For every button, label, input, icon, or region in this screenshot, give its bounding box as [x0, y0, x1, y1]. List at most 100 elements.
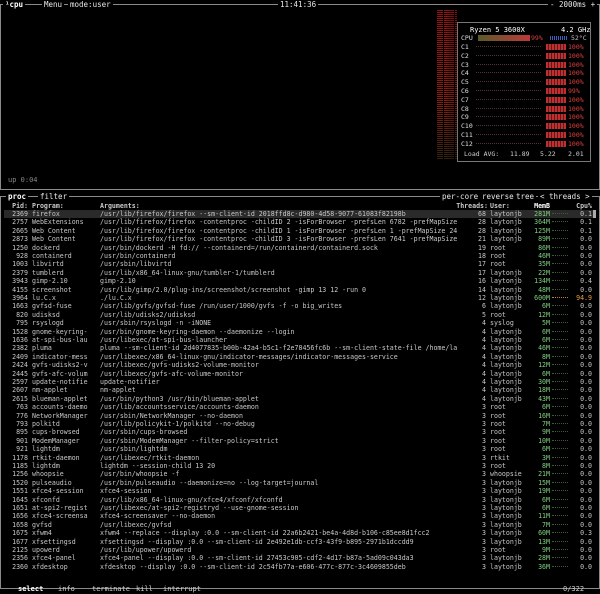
- row-arguments: /usr/libexec/at-spi2-registryd --use-gno…: [100, 504, 299, 512]
- core-row: C4 100%: [458, 69, 590, 77]
- row-mem: 36M: [538, 562, 550, 571]
- col-arguments[interactable]: Arguments:: [100, 202, 466, 210]
- process-row[interactable]: 1250 dockerd/usr/bin/dockerd -H fd:// --c…: [4, 244, 596, 252]
- process-row[interactable]: 1677 xfsettingsd xfsettingsd --display :0.…: [4, 538, 596, 546]
- row-threads: 17: [478, 268, 486, 277]
- process-row[interactable]: 1256 whoopsie/usr/bin/whoopsie -f 3 whoopsi…: [4, 470, 596, 478]
- process-row[interactable]: 776 NetworkManager/usr/sbin/NetworkManage…: [4, 412, 596, 420]
- core-label: C2: [461, 51, 469, 60]
- process-row[interactable]: 1663 gvfsd-fuse/usr/lib/gvfs/gvfsd-fuse /…: [4, 302, 596, 310]
- process-row[interactable]: 895 cups-browsed/usr/sbin/cups-browsed 3 ro…: [4, 428, 596, 436]
- process-row[interactable]: 928 containerd/usr/bin/containerd 18 root 46…: [4, 252, 596, 260]
- process-row[interactable]: 1528 gnome-keyring- /usr/bin/gnome-keyring…: [4, 328, 596, 336]
- tab-reverse[interactable]: reverse: [480, 192, 516, 202]
- process-row[interactable]: 2369 firefox/usr/lib/firefox/firefox --sm…: [4, 210, 596, 219]
- process-row[interactable]: 921 lightdm/usr/sbin/lightdm 3 root 6M 0.0: [4, 445, 596, 453]
- row-pid: 1185: [12, 462, 28, 470]
- row-user: laytonjb: [490, 352, 522, 361]
- process-row[interactable]: 1636 at-spi-bus-lau/usr/libexec/at-spi-bu…: [4, 336, 596, 344]
- process-row[interactable]: 1675 xfwm4 xfwm4 --replace --display :0.0 …: [4, 529, 596, 537]
- process-row[interactable]: 1520 pulseaudio/usr/bin/pulseaudio --daem…: [4, 479, 596, 487]
- row-mem: 30M: [538, 378, 550, 386]
- process-row[interactable]: 1185 lightdm lightdm --session-child 13 20…: [4, 462, 596, 470]
- col-cpu[interactable]: Cpu%: [572, 202, 592, 210]
- process-row[interactable]: 1551 xfce4-session xfce4-session 3 laytonjb 1…: [4, 487, 596, 495]
- row-program: lu.C.x: [32, 294, 56, 302]
- interrupt-button[interactable]: interrupt: [163, 585, 201, 594]
- process-row[interactable]: 795 rsyslogd/usr/sbin/rsyslogd -n -iNONE 4…: [4, 319, 596, 327]
- cpu-mini-graph: [552, 322, 568, 325]
- process-row[interactable]: 1651 at-spi2-regist/usr/libexec/at-spi2-r…: [4, 504, 596, 512]
- row-pid: 901: [16, 436, 28, 445]
- row-user: laytonjb: [490, 218, 522, 227]
- core-graph: [476, 116, 541, 118]
- row-user: root: [490, 428, 506, 437]
- tab-per-core[interactable]: per-core: [440, 192, 481, 202]
- process-row[interactable]: 1003 libvirtd/usr/sbin/libvirtd 17 root 35M 0…: [4, 260, 596, 268]
- tab-cpu[interactable]: ¹cpu: [3, 0, 26, 10]
- process-row[interactable]: 1178 rtkit-daemon/usr/libexec/rtkit-daemo…: [4, 454, 596, 462]
- col-mem[interactable]: MemB: [528, 202, 550, 210]
- process-row[interactable]: 1658 gvfsd/usr/libexec/gvfsd 3 laytonjb 7M 0.…: [4, 521, 596, 529]
- col-program[interactable]: Program:: [32, 202, 98, 210]
- terminate-button[interactable]: terminate: [92, 585, 130, 594]
- process-row[interactable]: 793 polkitd/usr/lib/policykit-1/polkitd -…: [4, 420, 596, 428]
- process-row[interactable]: 2597 update-notifie update-notifier 4 layton…: [4, 378, 596, 386]
- process-row[interactable]: 2356 xfce4-panel xfce4-panel --display :0.…: [4, 554, 596, 562]
- col-threads[interactable]: Threads:: [452, 202, 488, 210]
- process-row[interactable]: 1645 xfconfd/usr/lib/x86_64-linux-gnu/xfc…: [4, 496, 596, 504]
- interval-control[interactable]: - 2000ms +: [548, 0, 598, 10]
- top-bar: ¹cpu Menu mode:user 11:41:36 - 2000ms +: [0, 0, 600, 10]
- process-row[interactable]: 2873 Web Content/usr/lib/firefox/firefox …: [4, 235, 596, 243]
- select-button[interactable]: select: [18, 585, 43, 594]
- menu-button[interactable]: Menu: [42, 0, 65, 10]
- row-pid: 2873: [12, 235, 28, 244]
- process-row[interactable]: 2125 upowerd/usr/lib/upower/upowerd 3 root 9…: [4, 546, 596, 554]
- row-cpu: 0.1: [580, 226, 592, 235]
- sort-selector[interactable]: < threads >: [538, 192, 592, 202]
- row-threads: 4: [482, 319, 486, 328]
- core-row: C12 100%: [458, 140, 590, 148]
- cpu-mini-graph: [552, 448, 568, 451]
- process-row[interactable]: 1656 xfce4-screensa xfce4-screensaver --no…: [4, 512, 596, 520]
- core-label: C11: [461, 131, 473, 139]
- row-program: upowerd: [32, 546, 60, 554]
- row-threads: 4: [482, 361, 486, 370]
- row-pid: 1651: [12, 504, 28, 512]
- cpu-mini-graph: [552, 288, 568, 292]
- process-row[interactable]: 2424 gvfs-udisks2-v/usr/libexec/gvfs-udis…: [4, 361, 596, 369]
- process-row[interactable]: 2615 blueman-applet/usr/bin/python3 /usr/…: [4, 395, 596, 403]
- row-mem: 6M: [542, 504, 550, 512]
- process-row[interactable]: 901 ModemManager/usr/sbin/ModemManager --…: [4, 437, 596, 445]
- process-row[interactable]: 763 accounts-daemo/usr/lib/accountsservic…: [4, 403, 596, 411]
- process-row[interactable]: 4155 screenshot/usr/lib/gimp/2.0/plug-ins…: [4, 286, 596, 294]
- row-program: pluma: [32, 344, 52, 353]
- process-row[interactable]: 2409 indicator-mess/usr/libexec/x86_64-li…: [4, 353, 596, 361]
- process-scrollbar[interactable]: [593, 210, 596, 218]
- row-arguments: /usr/bin/containerd: [100, 252, 176, 260]
- process-row[interactable]: 2445 gvfs-afc-volum/usr/libexec/gvfs-afc-…: [4, 370, 596, 378]
- process-row[interactable]: 2360 xfdesktop xfdesktop --display :0.0 --…: [4, 563, 596, 571]
- col-user[interactable]: User:: [490, 202, 528, 210]
- row-cpu: 0.0: [580, 445, 592, 454]
- row-threads: 3: [482, 520, 486, 529]
- process-row[interactable]: 2665 Web Content/usr/lib/firefox/firefox …: [4, 227, 596, 235]
- tab-proc[interactable]: proc: [8, 192, 26, 201]
- kill-button[interactable]: kill: [136, 585, 153, 594]
- tab-filter[interactable]: filter: [38, 192, 70, 202]
- col-pid[interactable]: Pid:: [4, 202, 28, 210]
- process-row[interactable]: 2607 nm-applet nm-applet 4 laytonjb 18M 0.0: [4, 386, 596, 394]
- process-row[interactable]: 2757 WebExtensions/usr/lib/firefox/firefo…: [4, 218, 596, 226]
- process-row[interactable]: 3964 lu.C.x ./lu.C.x 12 laytonjb 600M 94.9: [4, 294, 596, 302]
- cpu-panel: Ryzen 5 3600X 4.2 GHz CPU 99% 52°C C1 100…: [457, 22, 591, 162]
- process-row[interactable]: 2379 tumblerd/usr/lib/x86_64-linux-gnu/tu…: [4, 269, 596, 277]
- process-row[interactable]: 820 udisksd/usr/lib/udisks2/udisksd 5 root 1…: [4, 311, 596, 319]
- mode-label[interactable]: mode:user: [68, 0, 113, 10]
- row-user: root: [490, 243, 506, 252]
- core-label: C9: [461, 113, 469, 122]
- info-button[interactable]: info: [58, 585, 75, 594]
- process-row[interactable]: 3943 gimp-2.10 gimp-2.10 16 laytonjb 134M 0.4: [4, 277, 596, 285]
- tab-tree[interactable]: tree: [514, 192, 537, 202]
- process-row[interactable]: 2382 pluma pluma --sm-client-id 2d4077835-…: [4, 344, 596, 352]
- row-cpu: 0.0: [580, 327, 592, 336]
